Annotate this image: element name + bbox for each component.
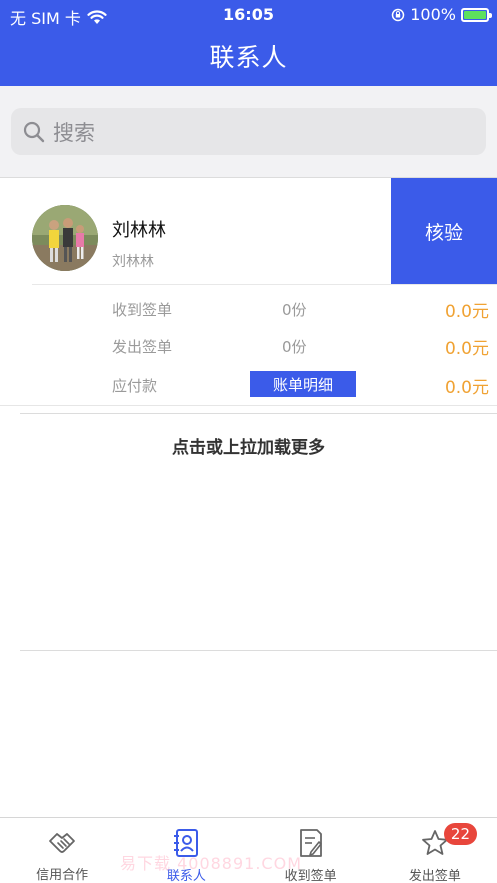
search-placeholder: 搜索 <box>53 120 95 145</box>
handshake-icon <box>49 832 76 853</box>
tab-credit-cooperation[interactable]: 信用合作 <box>0 818 124 883</box>
sent-orders-row: 发出签单 0份 0.0元 <box>0 328 497 364</box>
row-count: 0份 <box>282 301 307 319</box>
notification-badge: 22 <box>443 823 477 845</box>
row-amount: 0.0元 <box>444 302 489 322</box>
load-more-button[interactable]: 点击或上拉加载更多 <box>0 433 497 458</box>
avatar <box>32 205 98 271</box>
verify-button[interactable]: 核验 <box>391 178 497 284</box>
battery-icon <box>461 7 492 22</box>
status-bar: 无 SIM 卡 16:05 100% <box>0 0 497 28</box>
status-right: 100% <box>391 5 492 24</box>
row-label: 发出签单 <box>112 338 173 356</box>
search-section: 搜索 <box>0 86 497 178</box>
divider <box>20 413 497 414</box>
row-amount: 0.0元 <box>444 378 489 398</box>
row-label: 收到签单 <box>112 301 173 319</box>
tab-sent-orders[interactable]: 发出签单 22 <box>373 818 497 883</box>
search-icon <box>23 121 45 142</box>
row-amount: 0.0元 <box>444 339 489 359</box>
tab-label: 发出签单 <box>408 869 461 883</box>
tab-label: 信用合作 <box>36 868 89 883</box>
watermark: 易下载 4008891.COM <box>120 854 303 873</box>
payable-row: 应付款 账单明细 0.0元 <box>0 367 497 403</box>
row-label: 应付款 <box>112 377 158 395</box>
page-title: 联系人 <box>209 43 288 72</box>
contact-name: 刘林林 <box>112 220 166 241</box>
divider <box>20 650 497 651</box>
row-count: 0份 <box>282 338 307 356</box>
received-orders-row: 收到签单 0份 0.0元 <box>0 291 497 327</box>
orientation-lock-icon <box>392 8 405 21</box>
divider <box>32 284 497 285</box>
battery-percent: 100% <box>410 5 456 24</box>
contact-card[interactable]: 刘林林 刘林林 核验 收到签单 0份 0.0元 发出签单 0份 0.0元 应付款… <box>0 178 497 406</box>
search-input[interactable]: 搜索 <box>11 108 486 155</box>
contact-subname: 刘林林 <box>112 254 154 270</box>
bill-detail-button[interactable]: 账单明细 <box>250 371 356 397</box>
top-bar: 无 SIM 卡 16:05 100% 联系人 <box>0 0 497 86</box>
